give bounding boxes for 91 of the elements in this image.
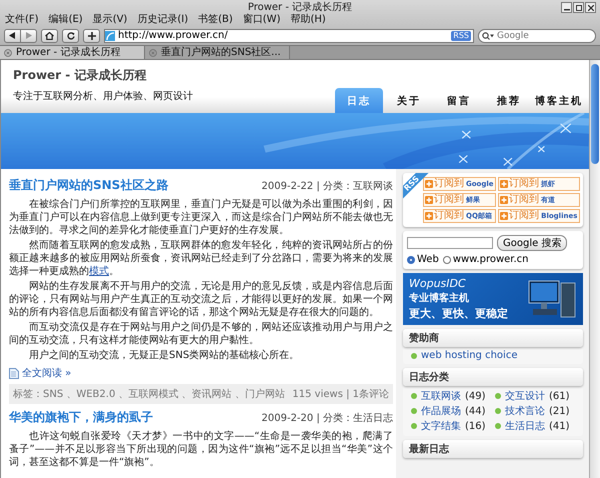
plus-icon (425, 180, 433, 188)
back-button[interactable] (4, 28, 21, 42)
nav-tab[interactable]: 博客主机 (535, 88, 583, 113)
category-link[interactable]: 互联网谈 (421, 389, 461, 403)
back-arrow-icon[interactable] (9, 32, 16, 39)
widget-header: 最新日志 (403, 440, 583, 458)
nav-tab[interactable]: 留言 (435, 88, 483, 113)
category-link[interactable]: 交互设计 (505, 389, 545, 403)
bullet-icon (411, 393, 417, 399)
scrollbar-thumb[interactable] (591, 64, 599, 164)
home-button[interactable] (41, 28, 58, 42)
category-count: (49) (465, 390, 486, 402)
post-paragraph: 然而随着互联网的愈发成熟，互联网群体的愈发年轻化，纯粹的资讯网站所占的份额正越来越多的被应用网站所蚕食，资讯网站已经走到了分岔路口，需要为将来的发展选择一种更成熟的模式。 (9, 239, 393, 278)
menu-item[interactable]: 帮助(H) (290, 14, 326, 26)
category-count: (61) (549, 390, 570, 402)
ad-headline: 专业博客主机 (409, 291, 470, 305)
nav-tab[interactable]: 推荐 (485, 88, 533, 113)
document-icon (9, 368, 19, 378)
widget-header: 赞助商 (403, 329, 583, 347)
site-search-field[interactable] (407, 237, 493, 249)
add-button[interactable] (83, 28, 100, 42)
category-link[interactable]: 生活日志 (505, 419, 545, 433)
reload-icon[interactable] (66, 32, 74, 40)
site-icon (105, 30, 115, 40)
search-field[interactable]: Google (478, 28, 596, 42)
menu-item[interactable]: 编辑(E) (48, 14, 83, 26)
post-meta: 2009-2-20 | 分类：生活日志 (262, 412, 393, 425)
widget-header: 日志分类 (403, 368, 583, 386)
inline-link[interactable]: 模式 (89, 266, 109, 277)
menu-item[interactable]: 历史记录(I) (137, 14, 188, 26)
post-paragraph: 用户之间的互动交流，无疑正是SNS类网站的基础核心所在。 (28, 349, 300, 362)
browser-tab[interactable]: Prower - 记录成长历程 (0, 46, 145, 59)
plus-icon (425, 196, 433, 204)
nav-tab[interactable]: 关于 (385, 88, 433, 113)
ad-banner[interactable]: WopusIDC 专业博客主机 更大、更快、更稳定 (403, 273, 583, 325)
post-tags: 标签：SNS 、WEB2.0 、互联网模式 、资讯网站 、门户网站 (13, 387, 285, 401)
address-field[interactable]: http://www.prower.cn/ RSS (104, 28, 474, 42)
sponsor-link[interactable]: web hosting choice (421, 350, 518, 361)
category-link[interactable]: 文字结集 (421, 419, 461, 433)
post-paragraph: 也许这句蜕自张爱玲《天才梦》一书中的文字——“生命是一袭华美的袍，爬满了蚤子”——并不足以形容当下所出现的问题，因为这件“旗袍”远不足以担当“华美”这个词，甚至这都不算是一件“旗袍”。 (9, 430, 393, 469)
browser-tab[interactable]: 垂直门户网站的SNS社区... (145, 46, 290, 59)
menu-item[interactable]: 文件(F) (5, 14, 39, 26)
post-stats: 115 views | 1条评论 (292, 388, 389, 401)
plus-icon[interactable] (88, 32, 96, 40)
post-paragraph: 网站的生存发展离不开与用户的交流，无论是用户的意见反馈，或是内容信息后面的评论，只有网站与用户产生真正的互动交流之后，才能得以更好的发展。如果一个网站的所有内容信息后面都没有留言评论的话，那这个网站无疑是存在很大的问题的。 (9, 280, 393, 319)
maximize-button[interactable] (573, 2, 584, 13)
radio-button[interactable] (442, 256, 451, 264)
read-more-link[interactable]: 全文阅读 » (22, 366, 72, 380)
google-search-button[interactable]: Google 搜索 (497, 235, 568, 251)
close-icon[interactable] (588, 4, 594, 10)
menu-item[interactable]: 窗口(W) (242, 14, 280, 26)
site-tagline: 专注于互联网分析、用户体验、网页设计 (13, 90, 193, 103)
home-icon[interactable] (45, 32, 54, 40)
window-title: Prower - 记录成长历程 (248, 0, 352, 14)
maximize-icon[interactable] (576, 4, 582, 10)
category-count: (44) (465, 406, 486, 416)
menu-item[interactable]: 书签(B) (198, 14, 233, 26)
post-title[interactable]: 华美的旗袍下，满身的虱子 (9, 409, 153, 426)
bullet-icon (411, 423, 417, 429)
rss-badge[interactable]: RSS (451, 30, 471, 40)
plus-icon (425, 212, 433, 220)
category-count: (16) (465, 420, 486, 432)
post-paragraph: 而互动交流仅是存在于网站与用户之间仍是不够的，网站还应该推动用户与用户之间的互动交流，只有这样才能使网站有更大的用户黏性。 (9, 321, 393, 347)
category-link[interactable]: 作品展场 (421, 404, 461, 418)
post-title[interactable]: 垂直门户网站的SNS社区之路 (9, 177, 168, 194)
plus-icon (500, 180, 508, 188)
bullet-icon (411, 408, 417, 414)
menu-item[interactable]: 显示(V) (92, 14, 128, 26)
bullet-icon (495, 393, 501, 399)
ad-slogan: 更大、更快、更稳定 (409, 306, 508, 321)
radio-button[interactable] (407, 256, 415, 264)
category-count: (41) (549, 420, 570, 432)
plus-icon (500, 196, 508, 204)
radio-label[interactable]: Web (417, 254, 439, 265)
reload-button[interactable] (62, 28, 79, 42)
forward-arrow-icon[interactable] (25, 32, 32, 39)
bullet-icon (495, 408, 501, 414)
minimize-button[interactable] (561, 2, 572, 13)
bullet-icon (411, 352, 417, 358)
forward-button[interactable] (21, 28, 37, 42)
close-button[interactable] (585, 2, 596, 13)
ad-brand: WopusIDC (409, 277, 467, 290)
post-meta: 2009-2-22 | 分类：互联网谈 (262, 180, 393, 193)
category-count: (21) (549, 406, 570, 416)
plus-icon (500, 212, 508, 220)
category-link[interactable]: 技术言论 (505, 404, 545, 418)
bullet-icon (495, 423, 501, 429)
radio-label[interactable]: www.prower.cn (452, 254, 529, 265)
site-title[interactable]: Prower - 记录成长历程 (13, 67, 193, 84)
scrollbar[interactable] (589, 60, 600, 478)
post-paragraph: 在被综合门户们所掌控的互联网里，垂直门户无疑是可以做为杀出重围的利剑，因为垂直门户可以在内容信息上做到更专注更深入，而这是综合门户网站所不能去做也无法做到的。寻求之间的差异化才能使垂直门户更好的生存发展。 (9, 198, 393, 237)
